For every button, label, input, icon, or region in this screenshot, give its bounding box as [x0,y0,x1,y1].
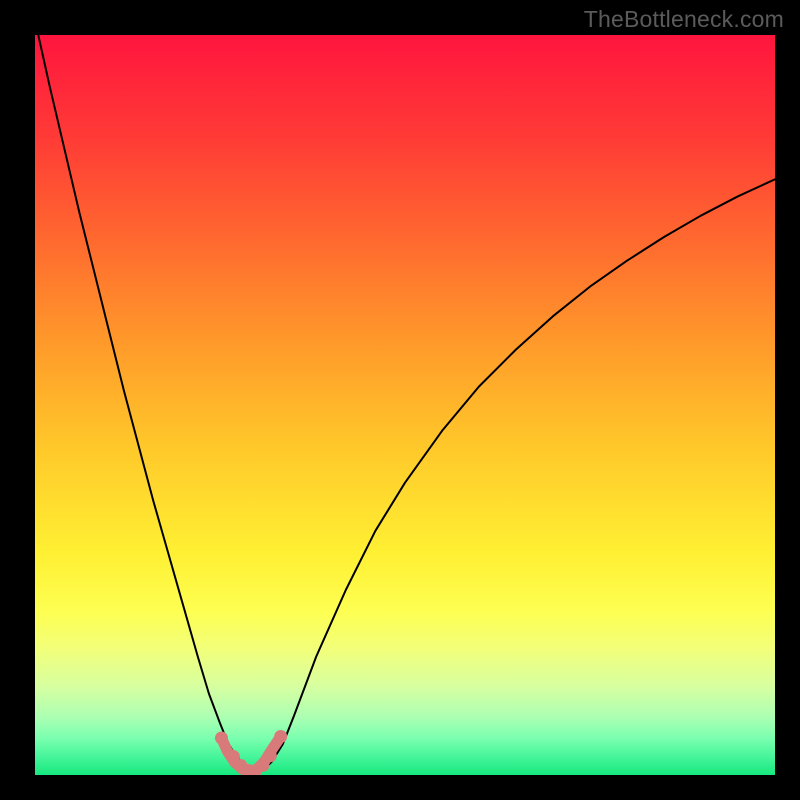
chart-frame: TheBottleneck.com [0,0,800,800]
gradient-background [35,35,775,775]
chart-svg [35,35,775,775]
watermark-text: TheBottleneck.com [584,6,784,33]
plot-area [35,35,775,775]
